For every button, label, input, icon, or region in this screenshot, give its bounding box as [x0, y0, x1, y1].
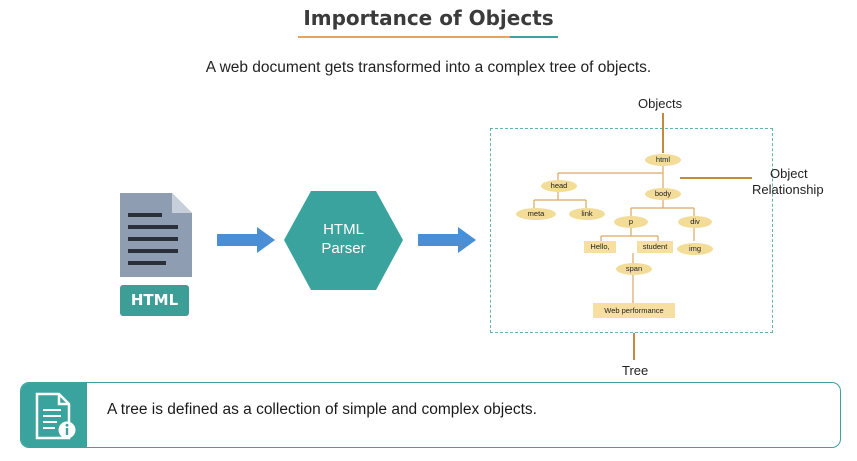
parser-label-line2: Parser [321, 240, 366, 257]
tree-node-web-performance: Web performance [593, 303, 675, 318]
tree-node-student: student [637, 241, 673, 253]
arrow-right-icon [418, 227, 476, 253]
tree-node-head: head [541, 180, 577, 192]
title-underline-teal [510, 36, 558, 38]
tree-node-div: div [678, 216, 712, 228]
info-icon-panel [21, 383, 87, 447]
document-icon [120, 193, 192, 277]
tree-pointer-line [633, 333, 635, 360]
title-underline-orange [298, 36, 510, 38]
tree-node-p: p [614, 216, 648, 228]
tree-node-span: span [616, 263, 652, 275]
subtitle: A web document gets transformed into a c… [205, 59, 652, 76]
tree-node-meta: meta [516, 208, 556, 220]
parser-label-line1: HTML [323, 221, 364, 238]
tree-node-link: link [569, 208, 605, 220]
label-objects: Objects [638, 96, 683, 111]
parser-label: HTML Parser [283, 220, 404, 258]
html-badge: HTML [120, 285, 189, 316]
tree-node-img: img [677, 243, 713, 255]
label-tree: Tree [622, 363, 649, 378]
arrow-right-icon [217, 227, 275, 253]
tree-node-body: body [645, 188, 681, 200]
info-callout-text: A tree is defined as a collection of sim… [107, 401, 537, 418]
tree-node-hello: Hello, [584, 241, 616, 253]
page-title: Importance of Objects [303, 6, 554, 30]
tree-node-html: html [645, 154, 681, 166]
document-info-icon [35, 392, 76, 440]
